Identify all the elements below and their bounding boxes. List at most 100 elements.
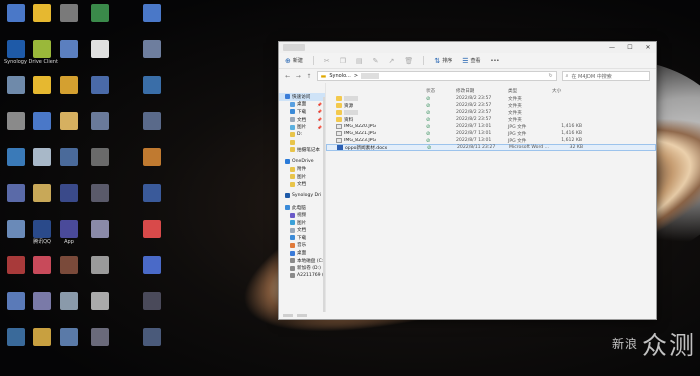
column-size[interactable]: 大小 (552, 88, 582, 94)
sidebar-item[interactable]: 图片 (279, 219, 325, 227)
new-button[interactable]: ⊕ 新建 (285, 57, 303, 65)
desktop-icon[interactable] (30, 328, 54, 347)
table-row[interactable]: IMG_8221.JPG ⊘ 2022/8/7 13:01 JPG 文件 1,416 K… (326, 130, 656, 137)
minimize-icon[interactable]: — (608, 44, 616, 51)
desktop-icon[interactable] (57, 76, 81, 95)
desktop-icon[interactable] (4, 4, 28, 23)
desktop-icon[interactable] (88, 220, 112, 239)
table-row[interactable]: 资源 ⊘ 2022/8/2 23:57 文件夹 (326, 102, 656, 109)
desktop-icon[interactable] (30, 292, 54, 311)
sidebar-item[interactable]: 桌面 📌 (279, 101, 325, 109)
share-icon[interactable]: ↗ (389, 57, 395, 65)
up-icon[interactable]: ↑ (306, 73, 312, 80)
path-segment-blurred[interactable] (361, 73, 380, 79)
desktop-icon[interactable] (4, 292, 28, 311)
desktop-icon[interactable] (140, 292, 164, 311)
desktop-icon[interactable] (140, 4, 164, 23)
sidebar-item[interactable]: 图片 (279, 173, 325, 181)
sidebar-item[interactable]: 视频 (279, 211, 325, 219)
window-tab-blurred[interactable] (283, 44, 305, 51)
sidebar-item[interactable]: A2211769 ( (279, 272, 325, 280)
desktop-icon[interactable]: Synology Drive Client (4, 40, 58, 65)
desktop-icon[interactable] (88, 328, 112, 347)
desktop-icon[interactable]: App (57, 220, 81, 245)
sidebar-item[interactable] (279, 139, 325, 147)
desktop-icon[interactable] (4, 148, 28, 167)
sidebar-item[interactable]: 文档 (279, 181, 325, 189)
sidebar-item[interactable]: D: (279, 131, 325, 139)
desktop-icon[interactable] (57, 40, 81, 59)
sidebar-item-onedrive[interactable]: OneDrive (279, 158, 325, 166)
desktop-icon[interactable] (140, 76, 164, 95)
sidebar-item[interactable]: 桌面 (279, 249, 325, 257)
table-row[interactable]: oppo新闻素材.docx ⊘ 2022/8/11 23:27 Microsoft W… (326, 144, 656, 151)
desktop-icon[interactable] (57, 256, 81, 275)
rename-icon[interactable]: ✎ (373, 57, 379, 65)
delete-icon[interactable]: 🗑 (404, 57, 413, 65)
sidebar-item[interactable]: 文档 📌 (279, 116, 325, 124)
sidebar-item[interactable]: 附件 (279, 165, 325, 173)
table-row[interactable]: IMG_8223.JPG ⊘ 2022/8/7 13:01 JPG 文件 1,612 K… (326, 137, 656, 144)
sidebar-item[interactable]: 音乐 (279, 242, 325, 250)
desktop-icon[interactable] (140, 184, 164, 203)
desktop-icon[interactable] (88, 76, 112, 95)
sidebar-item[interactable]: 本地磁盘 (C: (279, 257, 325, 265)
desktop-icon[interactable] (30, 184, 54, 203)
desktop-icon[interactable] (4, 328, 28, 347)
desktop-icon[interactable] (4, 184, 28, 203)
desktop-icon[interactable] (140, 148, 164, 167)
sidebar-item[interactable]: 拍摄笔记本 (279, 146, 325, 154)
desktop-icon[interactable] (30, 148, 54, 167)
desktop-icon[interactable] (88, 4, 112, 23)
path-root[interactable]: Synolo... (329, 73, 351, 79)
desktop-icon[interactable] (30, 40, 54, 59)
sidebar-item[interactable]: 下载 (279, 234, 325, 242)
desktop-icon[interactable] (88, 40, 112, 59)
desktop-icon[interactable] (4, 256, 28, 275)
desktop-icon[interactable] (30, 256, 54, 275)
maximize-icon[interactable]: ☐ (626, 44, 634, 51)
copy-icon[interactable]: ❐ (340, 57, 346, 65)
back-icon[interactable]: ← (285, 73, 291, 80)
desktop-icon[interactable] (88, 256, 112, 275)
desktop-icon[interactable] (4, 220, 28, 239)
desktop-icon[interactable] (140, 256, 164, 275)
sidebar-item[interactable]: 图片 📌 (279, 123, 325, 131)
desktop-icon[interactable]: 腾讯QQ (30, 220, 54, 245)
table-row[interactable]: ⊘ 2022/8/2 23:57 文件夹 (326, 109, 656, 116)
column-type[interactable]: 类型 (508, 88, 552, 94)
desktop-icon[interactable] (57, 4, 81, 23)
desktop-icon[interactable] (30, 76, 54, 95)
sidebar-item-synology[interactable]: Synology Dri (279, 192, 325, 200)
desktop-icon[interactable] (57, 148, 81, 167)
desktop-icon[interactable] (88, 148, 112, 167)
more-button[interactable]: ••• (491, 58, 500, 64)
desktop-icon[interactable] (30, 4, 54, 23)
desktop-icon[interactable] (4, 76, 28, 95)
search-input[interactable]: ⌕ 在 M4JDM 中搜索 (561, 71, 651, 81)
desktop-icon[interactable] (57, 328, 81, 347)
desktop-icon[interactable] (140, 220, 164, 239)
desktop-icon[interactable] (140, 40, 164, 59)
desktop-icon[interactable] (57, 292, 81, 311)
table-row[interactable]: ⊘ 2022/8/2 23:57 文件夹 (326, 95, 656, 102)
desktop-icon[interactable] (4, 112, 28, 131)
sidebar-item[interactable]: 新加卷 (D:) (279, 264, 325, 272)
table-row[interactable]: IMG_8220.JPG ⊘ 2022/8/7 13:01 JPG 文件 1,416 K… (326, 123, 656, 130)
column-status[interactable]: 状态 (426, 88, 456, 94)
view-button[interactable]: ☰ 查看 (462, 57, 480, 65)
desktop-icon[interactable] (57, 184, 81, 203)
desktop-icon[interactable] (140, 112, 164, 131)
sidebar-scrollbar[interactable] (323, 97, 325, 312)
desktop-icon[interactable] (140, 328, 164, 347)
desktop-icon[interactable] (88, 184, 112, 203)
sidebar-item-this-pc[interactable]: 此电脑 (279, 204, 325, 212)
paste-icon[interactable]: ▤ (356, 57, 363, 65)
refresh-icon[interactable]: ↻ (548, 73, 552, 79)
cut-icon[interactable]: ✂ (324, 57, 330, 65)
close-icon[interactable]: ✕ (644, 44, 652, 51)
desktop-icon[interactable] (88, 292, 112, 311)
table-row[interactable]: 资料 ⊘ 2022/8/2 23:57 文件夹 (326, 116, 656, 123)
column-date[interactable]: 修改日期 (456, 88, 508, 94)
address-bar[interactable]: ▬ Synolo... > ↻ (316, 71, 557, 81)
